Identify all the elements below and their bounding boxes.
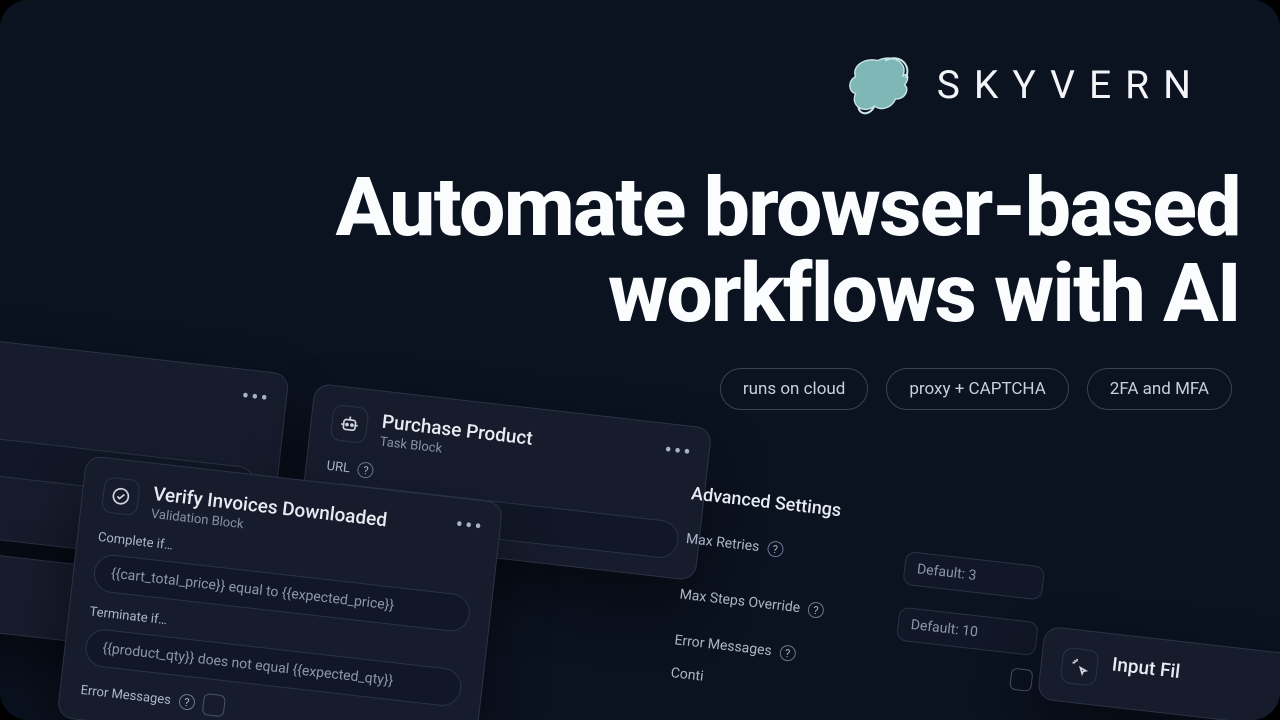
- cursor-click-icon: [1060, 647, 1100, 687]
- dragon-icon: [843, 50, 913, 120]
- check-circle-icon: [101, 476, 141, 516]
- headline-line-2: workflows with AI: [190, 251, 1240, 337]
- max-retries-label: Max Retries: [685, 531, 760, 555]
- continue-label-fragment: Conti: [670, 665, 704, 685]
- card-verify-invoices: Verify Invoices Downloaded Validation Bl…: [56, 455, 503, 720]
- help-icon[interactable]: ?: [807, 601, 825, 619]
- checkbox[interactable]: [1009, 668, 1033, 692]
- error-messages-label: Error Messages: [674, 632, 773, 659]
- help-icon[interactable]: ?: [779, 644, 797, 662]
- headline-line-1: Automate browser-based: [190, 165, 1240, 251]
- help-icon[interactable]: ?: [357, 461, 375, 479]
- card-title: Input Fil: [1111, 652, 1182, 683]
- pill-proxy: proxy + CAPTCHA: [886, 368, 1068, 410]
- max-steps-input[interactable]: Default: 10: [896, 607, 1039, 657]
- pill-cloud: runs on cloud: [720, 368, 869, 410]
- help-icon[interactable]: ?: [766, 540, 784, 558]
- hero-headline: Automate browser-based workflows with AI: [190, 165, 1240, 337]
- brand-wordmark: SKYVERN: [937, 62, 1205, 108]
- max-steps-label: Max Steps Override: [679, 587, 801, 617]
- panel-advanced-settings: Advanced Settings Max Retries ? Default:…: [648, 463, 1072, 720]
- max-retries-input[interactable]: Default: 3: [902, 551, 1045, 601]
- robot-icon: [330, 404, 370, 444]
- feature-pill-row: runs on cloud proxy + CAPTCHA 2FA and MF…: [720, 368, 1232, 410]
- more-icon[interactable]: •••: [240, 384, 271, 412]
- pill-2fa: 2FA and MFA: [1087, 368, 1232, 410]
- card-input-filter: Input Fil: [1037, 626, 1280, 720]
- url-label: URL: [326, 458, 351, 476]
- error-messages-label: Error Messages: [80, 682, 172, 707]
- brand: SKYVERN: [843, 50, 1205, 120]
- more-icon[interactable]: •••: [454, 512, 485, 540]
- checkbox[interactable]: [201, 693, 225, 717]
- terminate-if-label: Terminate if…: [89, 605, 168, 629]
- more-icon[interactable]: •••: [663, 438, 694, 466]
- complete-if-label: Complete if…: [97, 530, 174, 553]
- help-icon[interactable]: ?: [178, 693, 196, 711]
- hero-stage: SKYVERN Automate browser-based workflows…: [0, 0, 1280, 720]
